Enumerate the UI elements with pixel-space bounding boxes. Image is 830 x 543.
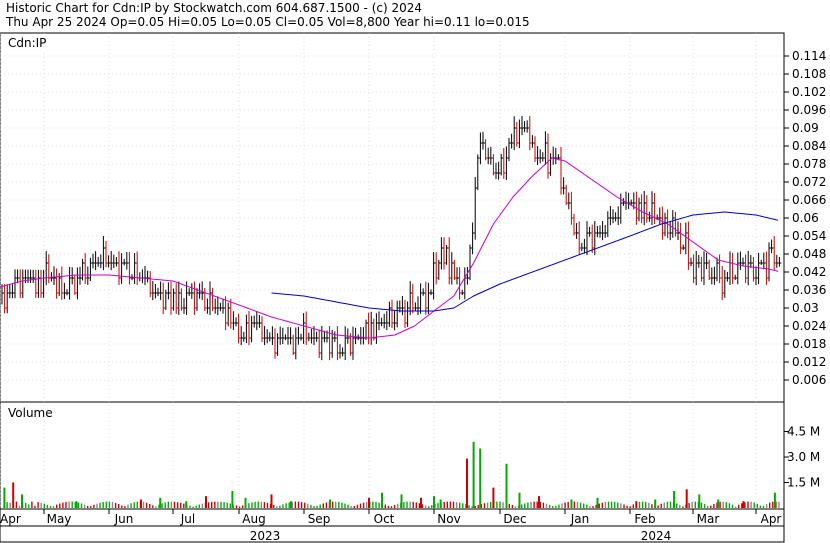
price-tick-label: 0.03 — [792, 301, 819, 315]
month-tick-label: May — [47, 512, 72, 526]
month-tick-label: Jun — [114, 512, 134, 526]
price-tick-label: 0.018 — [792, 337, 826, 351]
month-tick-label: Dec — [503, 512, 526, 526]
month-tick-label: Jul — [180, 512, 195, 526]
price-tick-label: 0.114 — [792, 49, 826, 63]
year-axis-ticks: 2023 2024 — [250, 529, 672, 543]
month-tick-label: Apr — [0, 512, 21, 526]
month-tick-label: Oct — [374, 512, 395, 526]
price-tick-label: 0.012 — [792, 355, 826, 369]
month-tick-label: Aug — [242, 512, 265, 526]
volume-axis-ticks: 4.5 M 3.0 M 1.5 M — [784, 425, 820, 490]
month-tick-label: Jan — [570, 512, 590, 526]
price-tick-label: 0.024 — [792, 319, 826, 333]
price-panel-label: Cdn:IP — [8, 36, 47, 50]
volume-panel-frame — [0, 401, 785, 510]
month-tick-label: Nov — [437, 512, 460, 526]
price-axis-ticks: 0.114 0.108 0.102 0.096 0.09 0.084 0.078 0.072 0… — [784, 49, 826, 387]
price-tick-label: 0.066 — [792, 193, 826, 207]
price-tick-label: 0.006 — [792, 373, 826, 387]
volume-panel-label: Volume — [8, 406, 53, 420]
year-tick-label: 2023 — [250, 529, 281, 543]
price-tick-label: 0.042 — [792, 265, 826, 279]
month-axis-ticks: Apr May Jun Jul Aug Sep Oct Nov Dec Jan Feb Mar Apr — [0, 509, 781, 526]
month-tick-label: Sep — [308, 512, 331, 526]
month-tick-label: Apr — [761, 512, 782, 526]
price-tick-label: 0.108 — [792, 67, 826, 81]
volume-tick-label: 4.5 M — [787, 425, 820, 439]
price-tick-label: 0.096 — [792, 103, 826, 117]
month-tick-label: Feb — [634, 512, 655, 526]
price-tick-label: 0.072 — [792, 175, 826, 189]
price-tick-label: 0.036 — [792, 283, 826, 297]
year-tick-label: 2024 — [641, 529, 672, 543]
price-tick-label: 0.078 — [792, 157, 826, 171]
volume-tick-label: 1.5 M — [787, 476, 820, 490]
month-tick-label: Mar — [697, 512, 720, 526]
price-tick-label: 0.084 — [792, 139, 826, 153]
price-volume-chart: 0.114 0.108 0.102 0.096 0.09 0.084 0.078 0.072 0… — [0, 32, 826, 543]
price-tick-label: 0.054 — [792, 229, 826, 243]
price-tick-label: 0.06 — [792, 211, 819, 225]
price-tick-label: 0.09 — [792, 121, 819, 135]
volume-tick-label: 3.0 M — [787, 450, 820, 464]
price-tick-label: 0.048 — [792, 247, 826, 261]
price-tick-label: 0.102 — [792, 85, 826, 99]
